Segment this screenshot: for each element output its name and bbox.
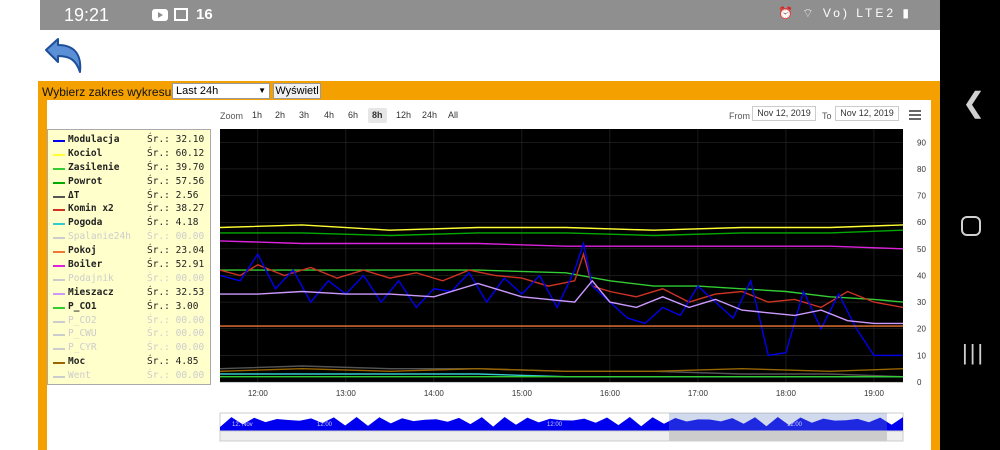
x-tick-label: 13:00 bbox=[336, 389, 357, 398]
navigator-label: 12. Nov bbox=[232, 422, 253, 428]
y-tick-label: 90 bbox=[917, 138, 926, 147]
nav-home-icon[interactable] bbox=[961, 216, 981, 236]
chart-container: Zoom 1h 2h 3h 4h 6h 8h 12h 24h All From Nov 12, … bbox=[47, 100, 931, 450]
y-tick-label: 70 bbox=[917, 192, 926, 201]
range-select[interactable]: Last 24h ▼ bbox=[172, 83, 270, 99]
navigator-label: 12:00 bbox=[317, 422, 333, 428]
chevron-down-icon: ▼ bbox=[258, 86, 266, 95]
status-time: 19:21 bbox=[64, 5, 110, 25]
android-nav-bar: ❮ ||| bbox=[940, 0, 1000, 450]
gallery-icon bbox=[174, 8, 188, 21]
x-tick-label: 18:00 bbox=[776, 389, 797, 398]
x-tick-label: 12:00 bbox=[248, 389, 269, 398]
x-tick-label: 16:00 bbox=[600, 389, 621, 398]
app-screen: 19:21 16 ⏰ ⌔ Vo) LTE2 ▮ Wybierz zakres w… bbox=[0, 0, 1000, 450]
y-tick-label: 30 bbox=[917, 298, 926, 307]
nav-recent-icon[interactable]: ||| bbox=[962, 340, 985, 366]
y-tick-label: 80 bbox=[917, 165, 926, 174]
nav-back-icon[interactable]: ❮ bbox=[962, 86, 985, 119]
x-tick-label: 15:00 bbox=[512, 389, 533, 398]
y-tick-label: 50 bbox=[917, 245, 926, 254]
chart-panel: Wybierz zakres wykresu: Last 24h ▼ Wyświ… bbox=[38, 81, 940, 450]
navigator-selection bbox=[669, 413, 887, 431]
range-label: Wybierz zakres wykresu: bbox=[42, 85, 175, 99]
y-tick-label: 20 bbox=[917, 325, 926, 334]
range-select-value: Last 24h bbox=[176, 85, 219, 97]
navigator-label: 12:00 bbox=[787, 422, 803, 428]
youtube-icon bbox=[152, 9, 168, 21]
x-tick-label: 19:00 bbox=[864, 389, 885, 398]
y-tick-label: 0 bbox=[917, 378, 922, 387]
signal-battery-icon: ⏰ ⌔ Vo) LTE2 ▮ bbox=[778, 6, 912, 20]
back-arrow-icon[interactable] bbox=[42, 36, 86, 76]
navigator-scroll-thumb bbox=[669, 431, 887, 441]
y-tick-label: 10 bbox=[917, 351, 926, 360]
x-tick-label: 14:00 bbox=[424, 389, 445, 398]
x-tick-label: 17:00 bbox=[688, 389, 709, 398]
show-button[interactable]: Wyświetl bbox=[273, 83, 321, 99]
plot-background bbox=[220, 129, 903, 382]
y-tick-label: 60 bbox=[917, 218, 926, 227]
status-bar: 19:21 16 ⏰ ⌔ Vo) LTE2 ▮ bbox=[40, 0, 940, 30]
notification-count: 16 bbox=[196, 6, 213, 23]
y-tick-label: 40 bbox=[917, 271, 926, 280]
navigator-label: 12:00 bbox=[547, 422, 563, 428]
chart-svg: 0 10 20 30 40 50 60 70 80 90 12:00 13:00 14:00 15:00 1… bbox=[219, 129, 926, 442]
